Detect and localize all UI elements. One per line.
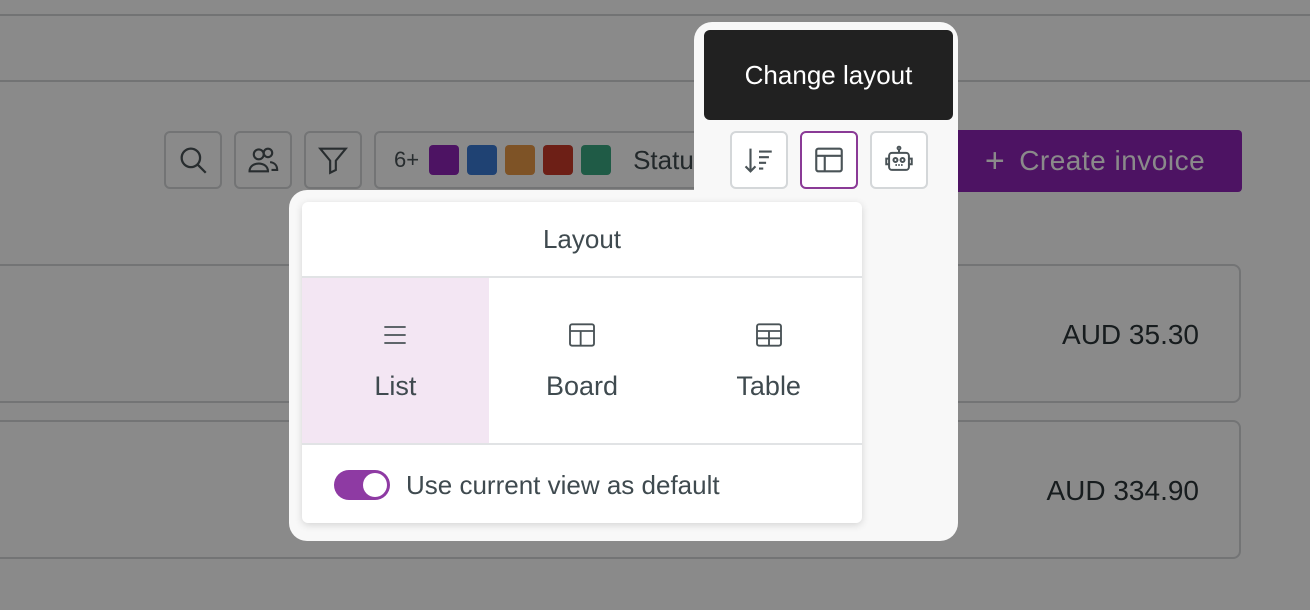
layout-option-list[interactable]: List: [302, 278, 489, 443]
layout-icon: [815, 147, 843, 173]
default-view-toggle[interactable]: [334, 470, 390, 500]
board-icon: [569, 323, 595, 347]
sort-icon: [744, 148, 772, 173]
layout-option-label: List: [374, 371, 417, 401]
tooltip: Change layout: [704, 30, 953, 120]
change-layout-button[interactable]: [800, 131, 858, 189]
layout-option-board[interactable]: Board: [489, 278, 676, 443]
assistant-button[interactable]: [870, 131, 928, 189]
toggle-knob: [363, 473, 387, 497]
default-view-label: Use current view as default: [406, 469, 720, 500]
table-icon: [755, 323, 782, 347]
layout-menu: Layout List Board Table Use current view…: [302, 202, 862, 523]
layout-options: List Board Table: [302, 278, 862, 445]
layout-menu-title: Layout: [302, 202, 862, 278]
bot-icon: [885, 145, 913, 171]
list-icon: [384, 326, 406, 344]
default-view-row: Use current view as default: [302, 445, 862, 523]
sort-button[interactable]: [730, 131, 788, 189]
layout-option-label: Board: [545, 371, 619, 401]
layout-option-table[interactable]: Table: [675, 278, 862, 443]
layout-option-label: Table: [736, 371, 801, 401]
